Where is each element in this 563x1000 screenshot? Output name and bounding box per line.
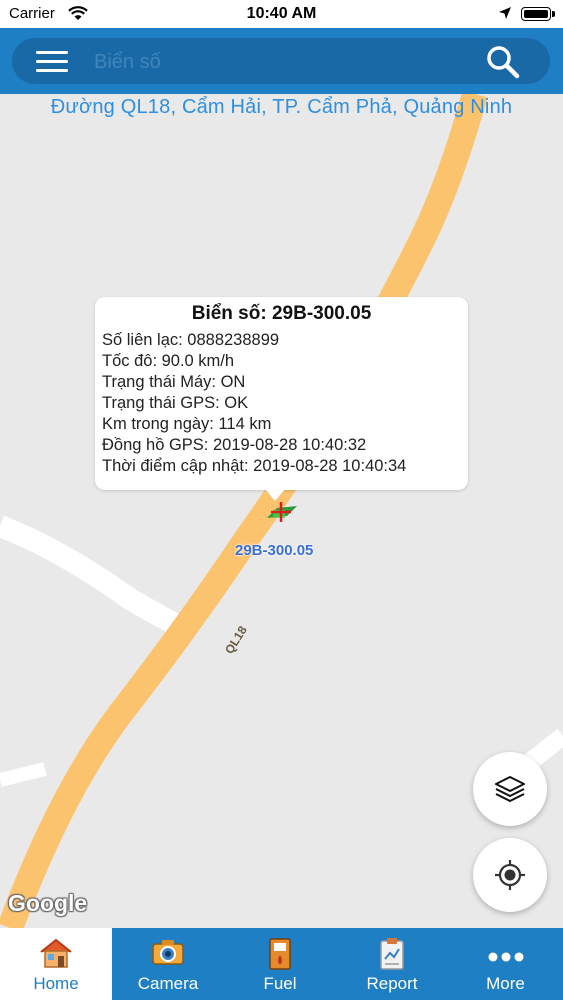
status-bar: Carrier 10:40 AM [0, 0, 563, 28]
contact-number: Số liên lạc: 0888238899 [102, 331, 280, 349]
tab-report[interactable]: Report [336, 928, 448, 1000]
my-location-button[interactable] [473, 838, 547, 912]
popup-details: Số liên lạc: 0888238899 Tốc đô: 90.0 km/… [102, 330, 406, 477]
search-bar [12, 38, 550, 84]
home-icon [40, 938, 72, 968]
vehicle-info-popup[interactable]: Biển số: 29B-300.05 Số liên lạc: 0888238… [95, 297, 468, 490]
update-time: Thời điểm cập nhật: 2019-08-28 10:40:34 [102, 457, 407, 475]
popup-title: Biển số: 29B-300.05 [191, 303, 372, 324]
menu-icon[interactable] [36, 51, 68, 73]
tab-label-report: Report [366, 974, 418, 993]
tab-fuel[interactable]: Fuel [224, 928, 336, 1000]
layers-icon [495, 776, 525, 802]
tab-home[interactable]: Home [0, 928, 112, 1000]
vehicle-plate-label: 29B-300.05 [235, 542, 314, 559]
fuel-icon [269, 938, 291, 970]
location-services-icon [499, 7, 511, 19]
search-input[interactable] [92, 46, 476, 78]
gps-status: Trạng thái GPS: OK [102, 394, 249, 412]
bottom-tab-bar: Home Camera Fuel Report More [0, 928, 563, 1000]
vehicle-marker-icon[interactable] [263, 500, 299, 524]
tab-label-camera: Camera [137, 974, 199, 993]
speed: Tốc đô: 90.0 km/h [102, 352, 235, 370]
my-location-icon [495, 860, 525, 890]
tab-label-more: More [486, 974, 525, 993]
address-label: Đường QL18, Cẩm Hải, TP. Cẩm Phả, Quảng … [50, 96, 513, 118]
engine-status: Trạng thái Máy: ON [102, 373, 246, 391]
tab-more[interactable]: More [448, 928, 563, 1000]
tab-label-home: Home [33, 974, 79, 993]
camera-icon [152, 940, 184, 965]
battery-icon [521, 7, 555, 21]
map-layers-button[interactable] [473, 752, 547, 826]
tab-label-fuel: Fuel [263, 974, 297, 993]
status-time: 10:40 AM [246, 5, 317, 22]
gps-clock: Đồng hồ GPS: 2019-08-28 10:40:32 [102, 436, 367, 454]
google-logo: Google [8, 890, 88, 916]
km-today: Km trong ngày: 114 km [102, 415, 272, 433]
search-icon[interactable] [486, 45, 520, 79]
more-icon [488, 952, 523, 962]
report-icon [380, 938, 404, 970]
tab-camera[interactable]: Camera [112, 928, 224, 1000]
top-app-bar [0, 28, 563, 94]
